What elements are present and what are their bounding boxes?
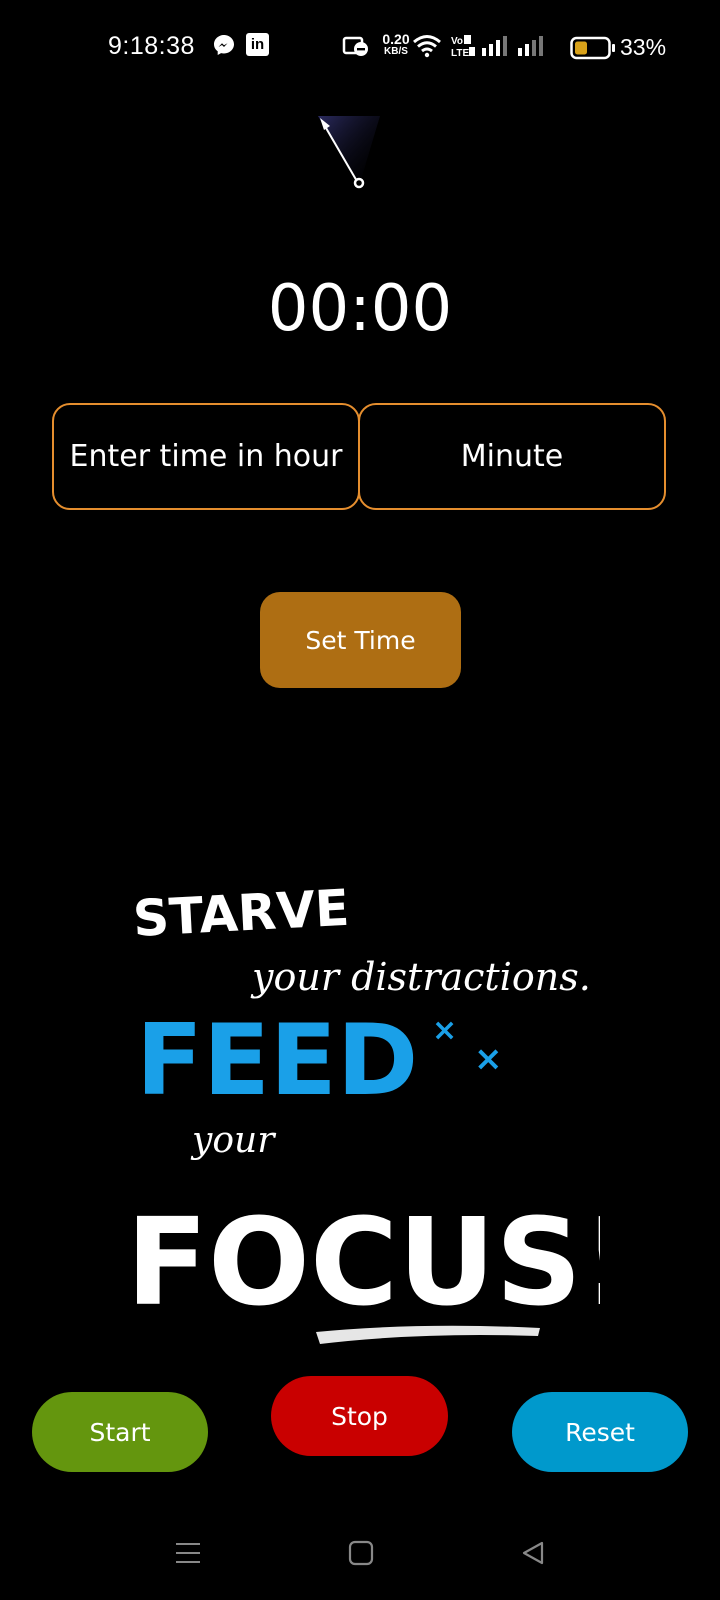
timer-display: 00:00: [267, 272, 453, 346]
net-speed: 0.20 KB/S: [382, 31, 410, 57]
status-bar: 9:18:38 in 0.20 KB/S Vo LTE 33%: [0, 0, 720, 96]
set-time-button[interactable]: Set Time: [260, 592, 461, 688]
poster-starve: STARVE: [132, 879, 351, 948]
navigation-bar: [0, 1510, 720, 1600]
stop-button[interactable]: Stop: [271, 1376, 448, 1456]
start-button[interactable]: Start: [32, 1392, 208, 1472]
minute-input[interactable]: Minute: [358, 403, 666, 510]
poster-focus: FOCUS!: [126, 1194, 600, 1333]
start-label: Start: [89, 1417, 151, 1447]
volte-icon: Vo LTE: [451, 35, 475, 58]
signal-icon: [482, 36, 543, 56]
poster-cross-2: ×: [474, 1039, 503, 1079]
status-time: 9:18:38: [108, 32, 195, 60]
hour-input-placeholder: Enter time in hour: [69, 439, 343, 474]
poster-feed: FEED: [136, 1004, 418, 1118]
back-icon[interactable]: [520, 1540, 546, 1566]
poster-your-distractions: your distractions.: [250, 955, 591, 999]
menu-icon[interactable]: [174, 1540, 202, 1566]
poster-cross-1: ×: [432, 1013, 457, 1048]
battery-percent: 33%: [620, 34, 667, 60]
home-icon[interactable]: [348, 1540, 374, 1566]
messenger-icon: [214, 35, 234, 55]
poster-your: your: [190, 1120, 276, 1161]
motivation-image: STARVE your distractions. FEED × × your …: [126, 879, 600, 1344]
svg-text:Vo: Vo: [451, 36, 463, 47]
set-time-label: Set Time: [305, 625, 416, 655]
dnd-icon: [342, 36, 368, 56]
svg-text:LTE: LTE: [451, 48, 469, 58]
clock-hand-indicator: [318, 116, 380, 189]
reset-label: Reset: [565, 1417, 635, 1447]
battery-icon: [570, 36, 615, 60]
reset-button[interactable]: Reset: [512, 1392, 688, 1472]
stop-label: Stop: [331, 1401, 388, 1431]
hour-input[interactable]: Enter time in hour: [52, 403, 360, 510]
wifi-icon: [413, 35, 441, 58]
minute-input-placeholder: Minute: [460, 439, 564, 474]
linkedin-icon: in: [246, 33, 269, 56]
